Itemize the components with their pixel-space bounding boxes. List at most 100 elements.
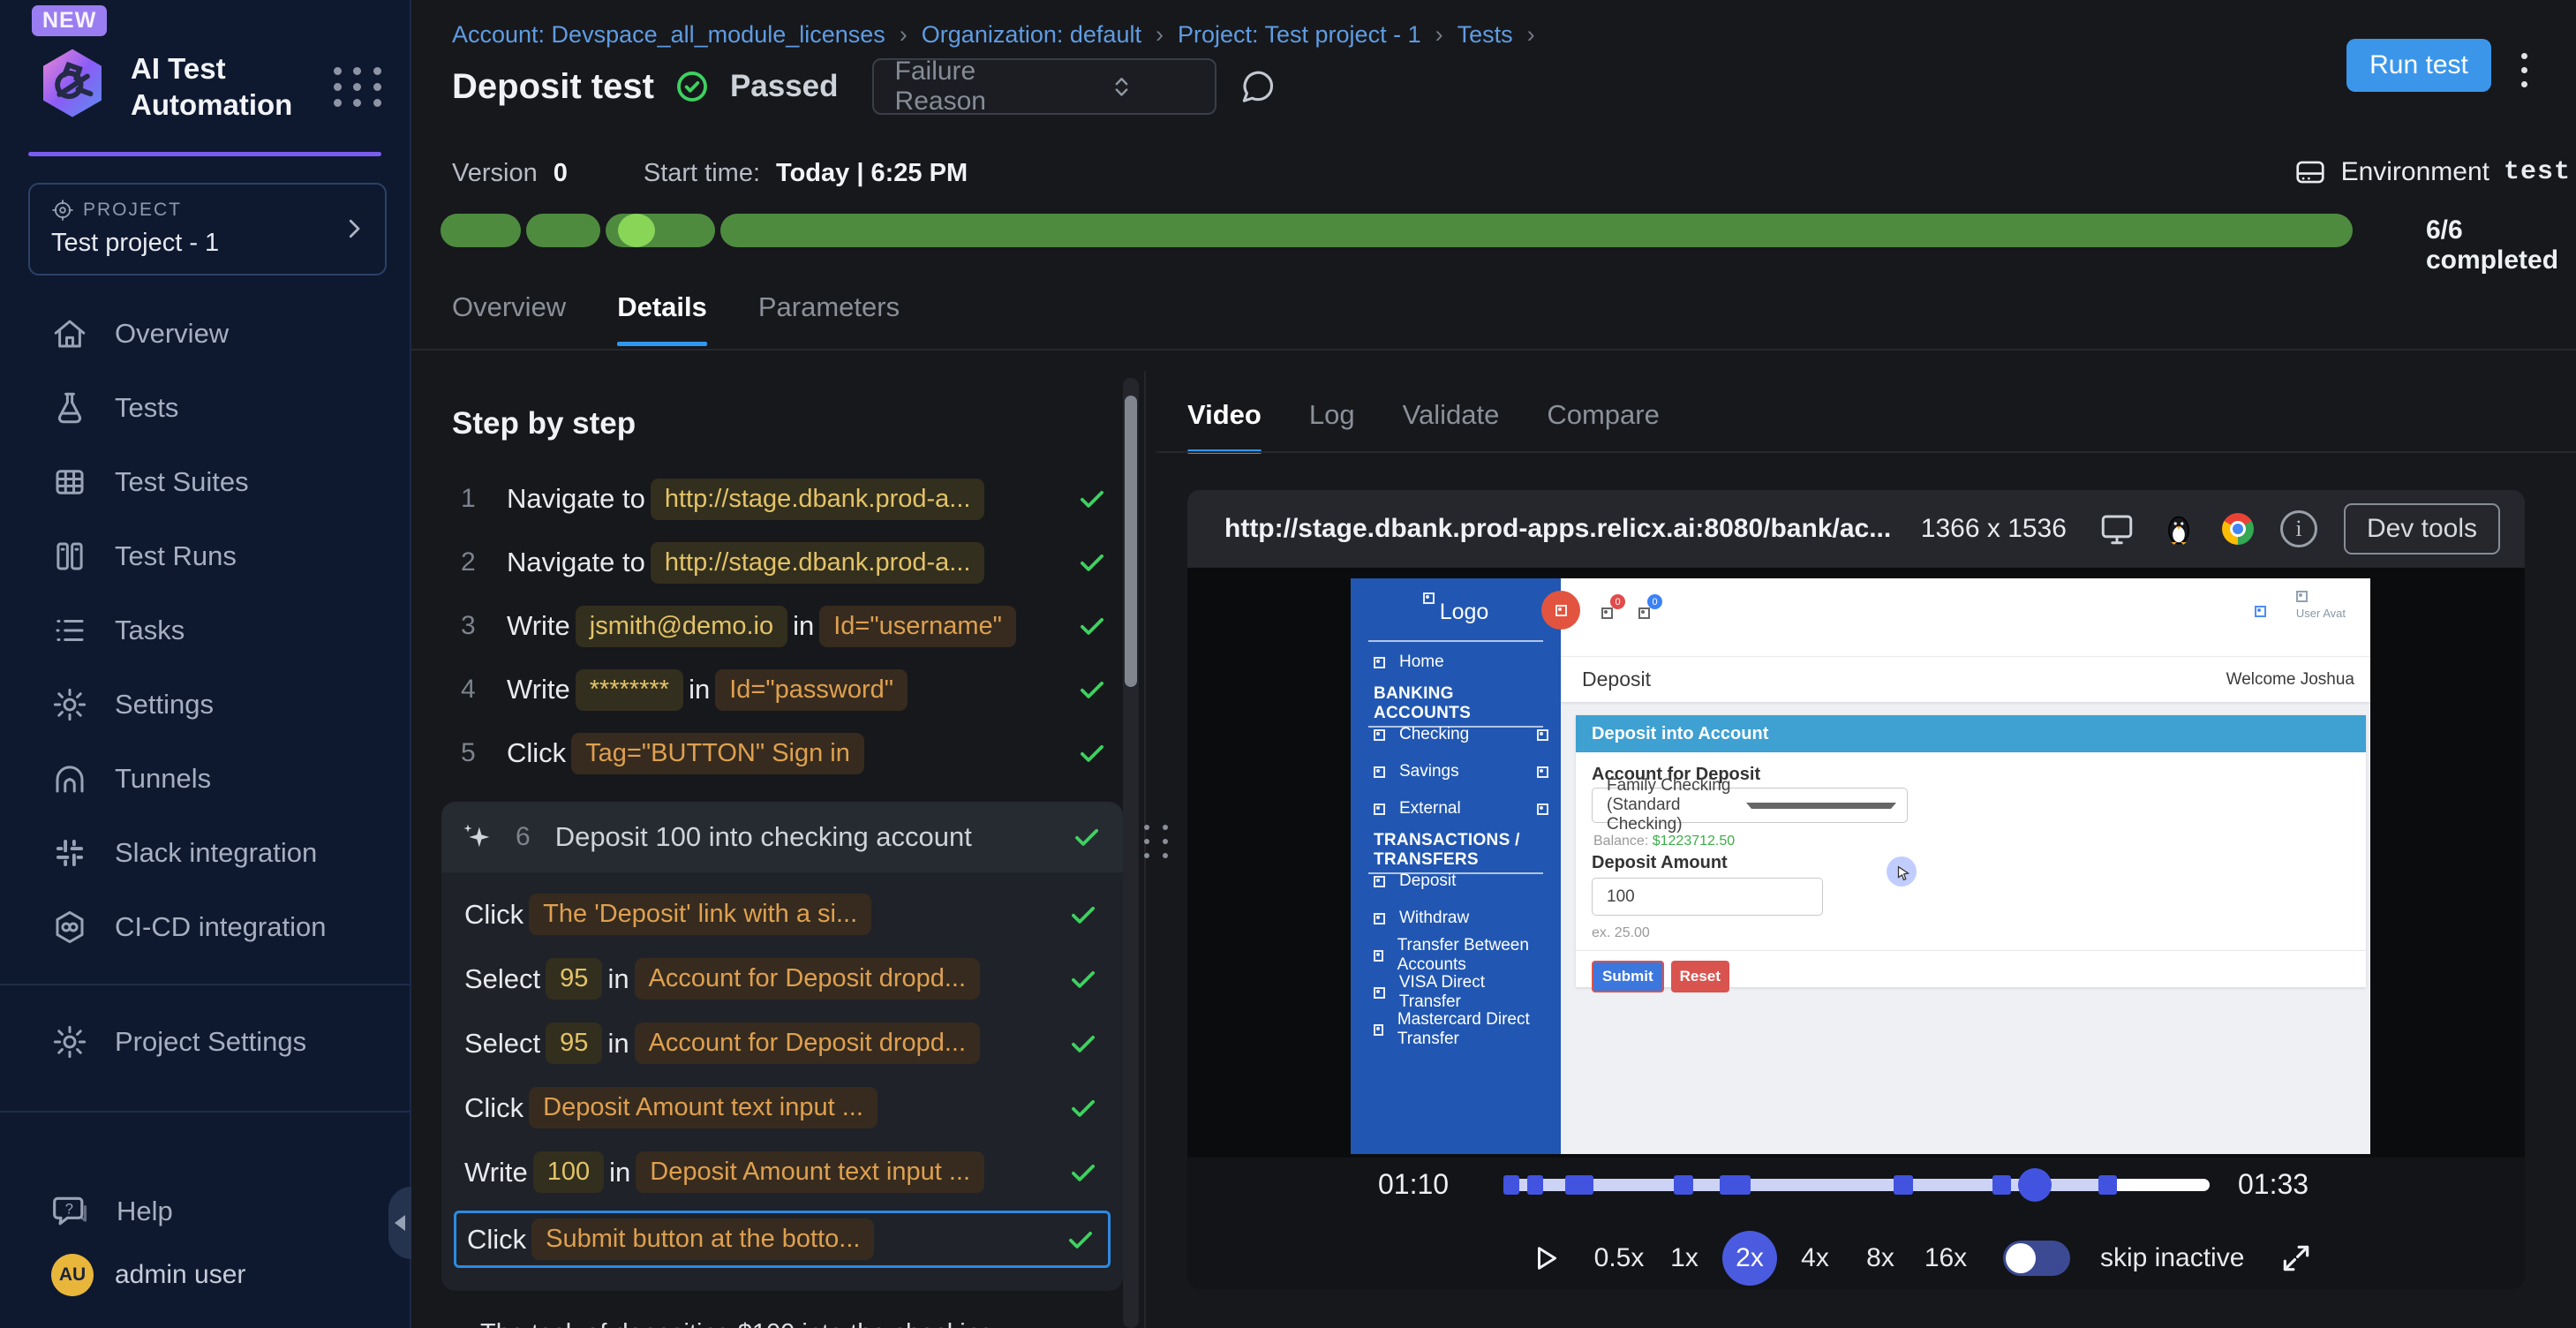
table-icon xyxy=(51,464,88,501)
substep-row[interactable]: ClickSubmit button at the botto... xyxy=(454,1211,1111,1268)
sidebar-collapse-handle[interactable] xyxy=(388,1187,411,1259)
failure-reason-select[interactable]: Failure Reason xyxy=(872,58,1216,115)
main-area: Account: Devspace_all_module_licenses › … xyxy=(411,0,2576,1328)
more-menu-icon[interactable] xyxy=(2511,53,2537,87)
run-test-button[interactable]: Run test xyxy=(2346,39,2491,92)
sidebar-item-slack-integration[interactable]: Slack integration xyxy=(0,816,410,890)
comment-icon[interactable] xyxy=(1238,67,1277,106)
step-arg-pill[interactable]: 100 xyxy=(533,1151,604,1193)
breadcrumb-link[interactable]: Tests xyxy=(1457,21,1513,49)
step-arg-pill[interactable]: Submit button at the botto... xyxy=(531,1219,874,1260)
broken-image-icon xyxy=(1374,913,1385,924)
step-arg-pill[interactable]: Deposit Amount text input ... xyxy=(636,1151,984,1193)
sidebar-item-test-runs[interactable]: Test Runs xyxy=(0,519,410,593)
breadcrumb-link[interactable]: Project: Test project - 1 xyxy=(1178,21,1421,49)
substep-row[interactable]: Select95inAccount for Deposit dropd... xyxy=(454,1017,1111,1069)
bank-submit-button: Submit xyxy=(1592,961,1664,992)
bank-page-title: Deposit xyxy=(1582,668,1651,691)
tab-details[interactable]: Details xyxy=(617,291,707,346)
step-arg-pill[interactable]: The 'Deposit' link with a si... xyxy=(529,894,871,935)
step-arg-pill[interactable]: http://stage.dbank.prod-a... xyxy=(651,479,985,520)
substeps-list: ClickThe 'Deposit' link with a si... Sel… xyxy=(441,872,1123,1286)
sidebar-item-settings[interactable]: Settings xyxy=(0,668,410,742)
flask-icon xyxy=(51,389,88,426)
sidebar-item-label: Slack integration xyxy=(115,837,317,869)
step-arg-pill[interactable]: http://stage.dbank.prod-a... xyxy=(651,542,985,584)
step-row[interactable]: 3 Writejsmith@demo.ioinId="username" xyxy=(452,600,1118,652)
recorded-app-frame: Logo Home xyxy=(1351,578,2370,1154)
step-arg-pill[interactable]: Deposit Amount text input ... xyxy=(529,1087,877,1128)
breadcrumb-link[interactable]: Organization: default xyxy=(922,21,1141,49)
step-arg-pill[interactable]: Account for Deposit dropd... xyxy=(635,958,980,1000)
step-row[interactable]: 2 Navigate tohttp://stage.dbank.prod-a..… xyxy=(452,537,1118,588)
sidebar-item-label: CI-CD integration xyxy=(115,911,326,943)
speed-chip-0-5x[interactable]: 0.5x xyxy=(1592,1231,1646,1286)
step-group-header[interactable]: 6 Deposit 100 into checking account xyxy=(441,802,1123,872)
tab-video[interactable]: Video xyxy=(1187,399,1262,454)
step-row[interactable]: 5 ClickTag="BUTTON" Sign in xyxy=(452,728,1118,779)
seek-track[interactable] xyxy=(1503,1179,2210,1191)
chevron-right-icon xyxy=(341,215,367,242)
devtools-button[interactable]: Dev tools xyxy=(2344,503,2500,555)
scrollbar-thumb[interactable] xyxy=(1125,396,1137,687)
sidebar-item-tasks[interactable]: Tasks xyxy=(0,593,410,668)
sidebar-item-ci-cd-integration[interactable]: CI-CD integration xyxy=(0,890,410,964)
ai-sparkle-icon xyxy=(459,819,494,855)
tab-parameters[interactable]: Parameters xyxy=(758,291,900,346)
bank-reset-button: Reset xyxy=(1671,961,1729,992)
sidebar-item-tunnels[interactable]: Tunnels xyxy=(0,742,410,816)
step-success-icon xyxy=(1075,546,1109,579)
playhead[interactable] xyxy=(2018,1168,2052,1202)
step-row[interactable]: 4 Write********inId="password" xyxy=(452,664,1118,715)
session-url: http://stage.dbank.prod-apps.relicx.ai:8… xyxy=(1224,514,1894,544)
step-arg-pill[interactable]: Id="password" xyxy=(715,669,908,711)
speed-chip-4x[interactable]: 4x xyxy=(1788,1231,1842,1286)
bank-nav-item-checking: Checking xyxy=(1351,716,1561,753)
step-arg-pill[interactable]: 95 xyxy=(546,958,602,1000)
sidebar-item-tests[interactable]: Tests xyxy=(0,371,410,445)
play-icon[interactable] xyxy=(1530,1242,1562,1274)
step-arg-pill[interactable]: 95 xyxy=(546,1022,602,1064)
info-icon[interactable]: i xyxy=(2280,510,2317,547)
user-menu[interactable]: AU admin user xyxy=(0,1254,410,1328)
video-viewport[interactable]: Logo Home xyxy=(1187,568,2525,1158)
speed-chip-16x[interactable]: 16x xyxy=(1918,1231,1973,1286)
speed-chip-2x[interactable]: 2x xyxy=(1722,1231,1777,1286)
video-tabs: Video Log Validate Compare xyxy=(1187,399,1660,454)
environment-label: Environment xyxy=(2341,157,2489,187)
step-summary-text: The task of depositing $100 into the che… xyxy=(480,1314,1054,1328)
substep-row[interactable]: Select95inAccount for Deposit dropd... xyxy=(454,953,1111,1005)
tab-compare[interactable]: Compare xyxy=(1547,399,1660,454)
deposit-panel: Deposit into Account Account for Deposit… xyxy=(1576,715,2366,987)
app-switcher-icon[interactable] xyxy=(332,61,383,112)
version-value: 0 xyxy=(554,159,568,188)
sidebar-item-overview[interactable]: Overview xyxy=(0,297,410,371)
sidebar-item-project-settings[interactable]: Project Settings xyxy=(0,1005,410,1079)
step-action-text: in xyxy=(607,963,629,995)
tab-overview[interactable]: Overview xyxy=(452,291,566,346)
tab-log[interactable]: Log xyxy=(1309,399,1355,454)
step-arg-pill[interactable]: jsmith@demo.io xyxy=(576,606,787,647)
step-action-text: Click xyxy=(464,1092,523,1124)
speed-chip-1x[interactable]: 1x xyxy=(1657,1231,1712,1286)
skip-inactive-toggle[interactable] xyxy=(2003,1241,2070,1276)
tab-validate[interactable]: Validate xyxy=(1403,399,1500,454)
substep-row[interactable]: Write100inDeposit Amount text input ... xyxy=(454,1146,1111,1198)
project-selector[interactable]: PROJECT Test project - 1 xyxy=(28,183,387,275)
step-success-icon xyxy=(1070,820,1103,854)
speed-chip-8x[interactable]: 8x xyxy=(1853,1231,1908,1286)
step-row[interactable]: 1 Navigate tohttp://stage.dbank.prod-a..… xyxy=(452,473,1118,524)
step-number: 2 xyxy=(461,547,491,577)
step-arg-pill[interactable]: Id="username" xyxy=(819,606,1016,647)
substep-row[interactable]: ClickDeposit Amount text input ... xyxy=(454,1082,1111,1134)
sidebar-item-test-suites[interactable]: Test Suites xyxy=(0,445,410,519)
sidebar-item-help[interactable]: ? Help xyxy=(0,1169,410,1254)
breadcrumb-link[interactable]: Account: Devspace_all_module_licenses xyxy=(452,21,885,49)
broken-image-icon xyxy=(1374,729,1385,741)
step-arg-pill[interactable]: ******** xyxy=(576,669,683,711)
fullscreen-icon[interactable] xyxy=(2279,1241,2313,1275)
substep-row[interactable]: ClickThe 'Deposit' link with a si... xyxy=(454,888,1111,940)
step-arg-pill[interactable]: Account for Deposit dropd... xyxy=(635,1022,980,1064)
step-arg-pill[interactable]: Tag="BUTTON" Sign in xyxy=(571,733,864,774)
panel-resize-handle[interactable] xyxy=(1141,825,1171,858)
